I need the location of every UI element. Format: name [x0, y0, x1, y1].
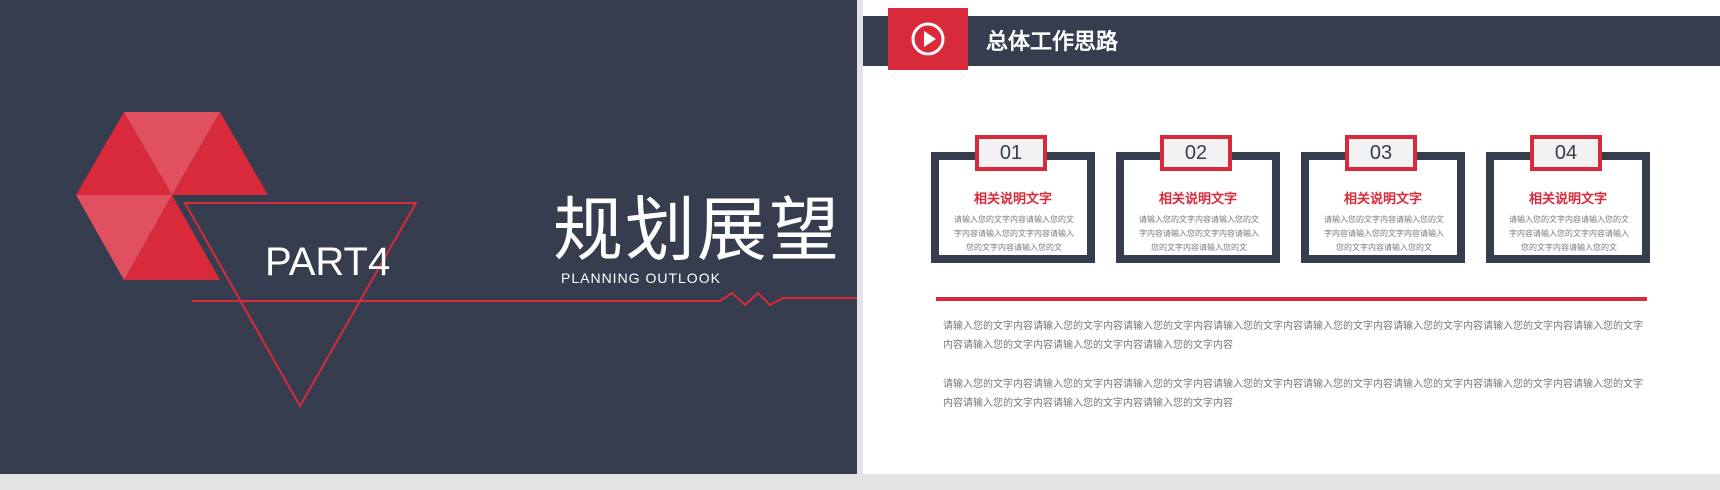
card-body: 相关说明文字 请输入您的文字内容请输入您的文字内容请输入您的文字内容请输入您的文…	[1309, 160, 1457, 255]
card-body: 相关说明文字 请输入您的文字内容请输入您的文字内容请输入您的文字内容请输入您的文…	[939, 160, 1087, 255]
info-card: 相关说明文字 请输入您的文字内容请输入您的文字内容请输入您的文字内容请输入您的文…	[1486, 135, 1650, 263]
body-paragraph: 请输入您的文字内容请输入您的文字内容请输入您的文字内容请输入您的文字内容请输入您…	[943, 321, 1643, 351]
card-text: 请输入您的文字内容请输入您的文字内容请输入您的文字内容请输入您的文字内容请输入您…	[1139, 215, 1259, 252]
card-title: 相关说明文字	[973, 192, 1052, 207]
play-icon	[911, 22, 945, 56]
sub-title: PLANNING OUTLOOK	[561, 270, 721, 286]
card-body: 相关说明文字 请输入您的文字内容请输入您的文字内容请输入您的文字内容请输入您的文…	[1494, 160, 1642, 255]
info-card: 相关说明文字 请输入您的文字内容请输入您的文字内容请输入您的文字内容请输入您的文…	[931, 135, 1095, 263]
card-text: 请输入您的文字内容请输入您的文字内容请输入您的文字内容请输入您的文字内容请输入您…	[1324, 215, 1444, 252]
card-body: 相关说明文字 请输入您的文字内容请输入您的文字内容请输入您的文字内容请输入您的文…	[1124, 160, 1272, 255]
card-title: 相关说明文字	[1528, 192, 1607, 207]
body-paragraph: 请输入您的文字内容请输入您的文字内容请输入您的文字内容请输入您的文字内容请输入您…	[943, 379, 1643, 409]
triangle-outline	[183, 202, 418, 409]
card-title: 相关说明文字	[1343, 192, 1422, 207]
title-slide: PART4 规划展望 PLANNING OUTLOOK	[0, 0, 857, 474]
card-number: 03	[1345, 135, 1417, 171]
content-slide: 总体工作思路 相关说明文字 请输入您的文字内容请输入您的文字内容请输入您的文字内…	[863, 0, 1720, 474]
card-text: 请输入您的文字内容请输入您的文字内容请输入您的文字内容请输入您的文字内容请输入您…	[954, 215, 1074, 252]
section-title: 总体工作思路	[986, 30, 1119, 55]
card-number: 01	[975, 135, 1047, 171]
zigzag-line	[192, 291, 857, 307]
divider-line	[936, 297, 1647, 301]
main-title: 规划展望	[553, 189, 841, 271]
card-number: 04	[1530, 135, 1602, 171]
info-card: 相关说明文字 请输入您的文字内容请输入您的文字内容请输入您的文字内容请输入您的文…	[1301, 135, 1465, 263]
card-number: 02	[1160, 135, 1232, 171]
info-card: 相关说明文字 请输入您的文字内容请输入您的文字内容请输入您的文字内容请输入您的文…	[1116, 135, 1280, 263]
part-label: PART4	[265, 240, 391, 284]
play-badge	[888, 8, 968, 70]
card-text: 请输入您的文字内容请输入您的文字内容请输入您的文字内容请输入您的文字内容请输入您…	[1509, 215, 1629, 252]
card-title: 相关说明文字	[1158, 192, 1237, 207]
